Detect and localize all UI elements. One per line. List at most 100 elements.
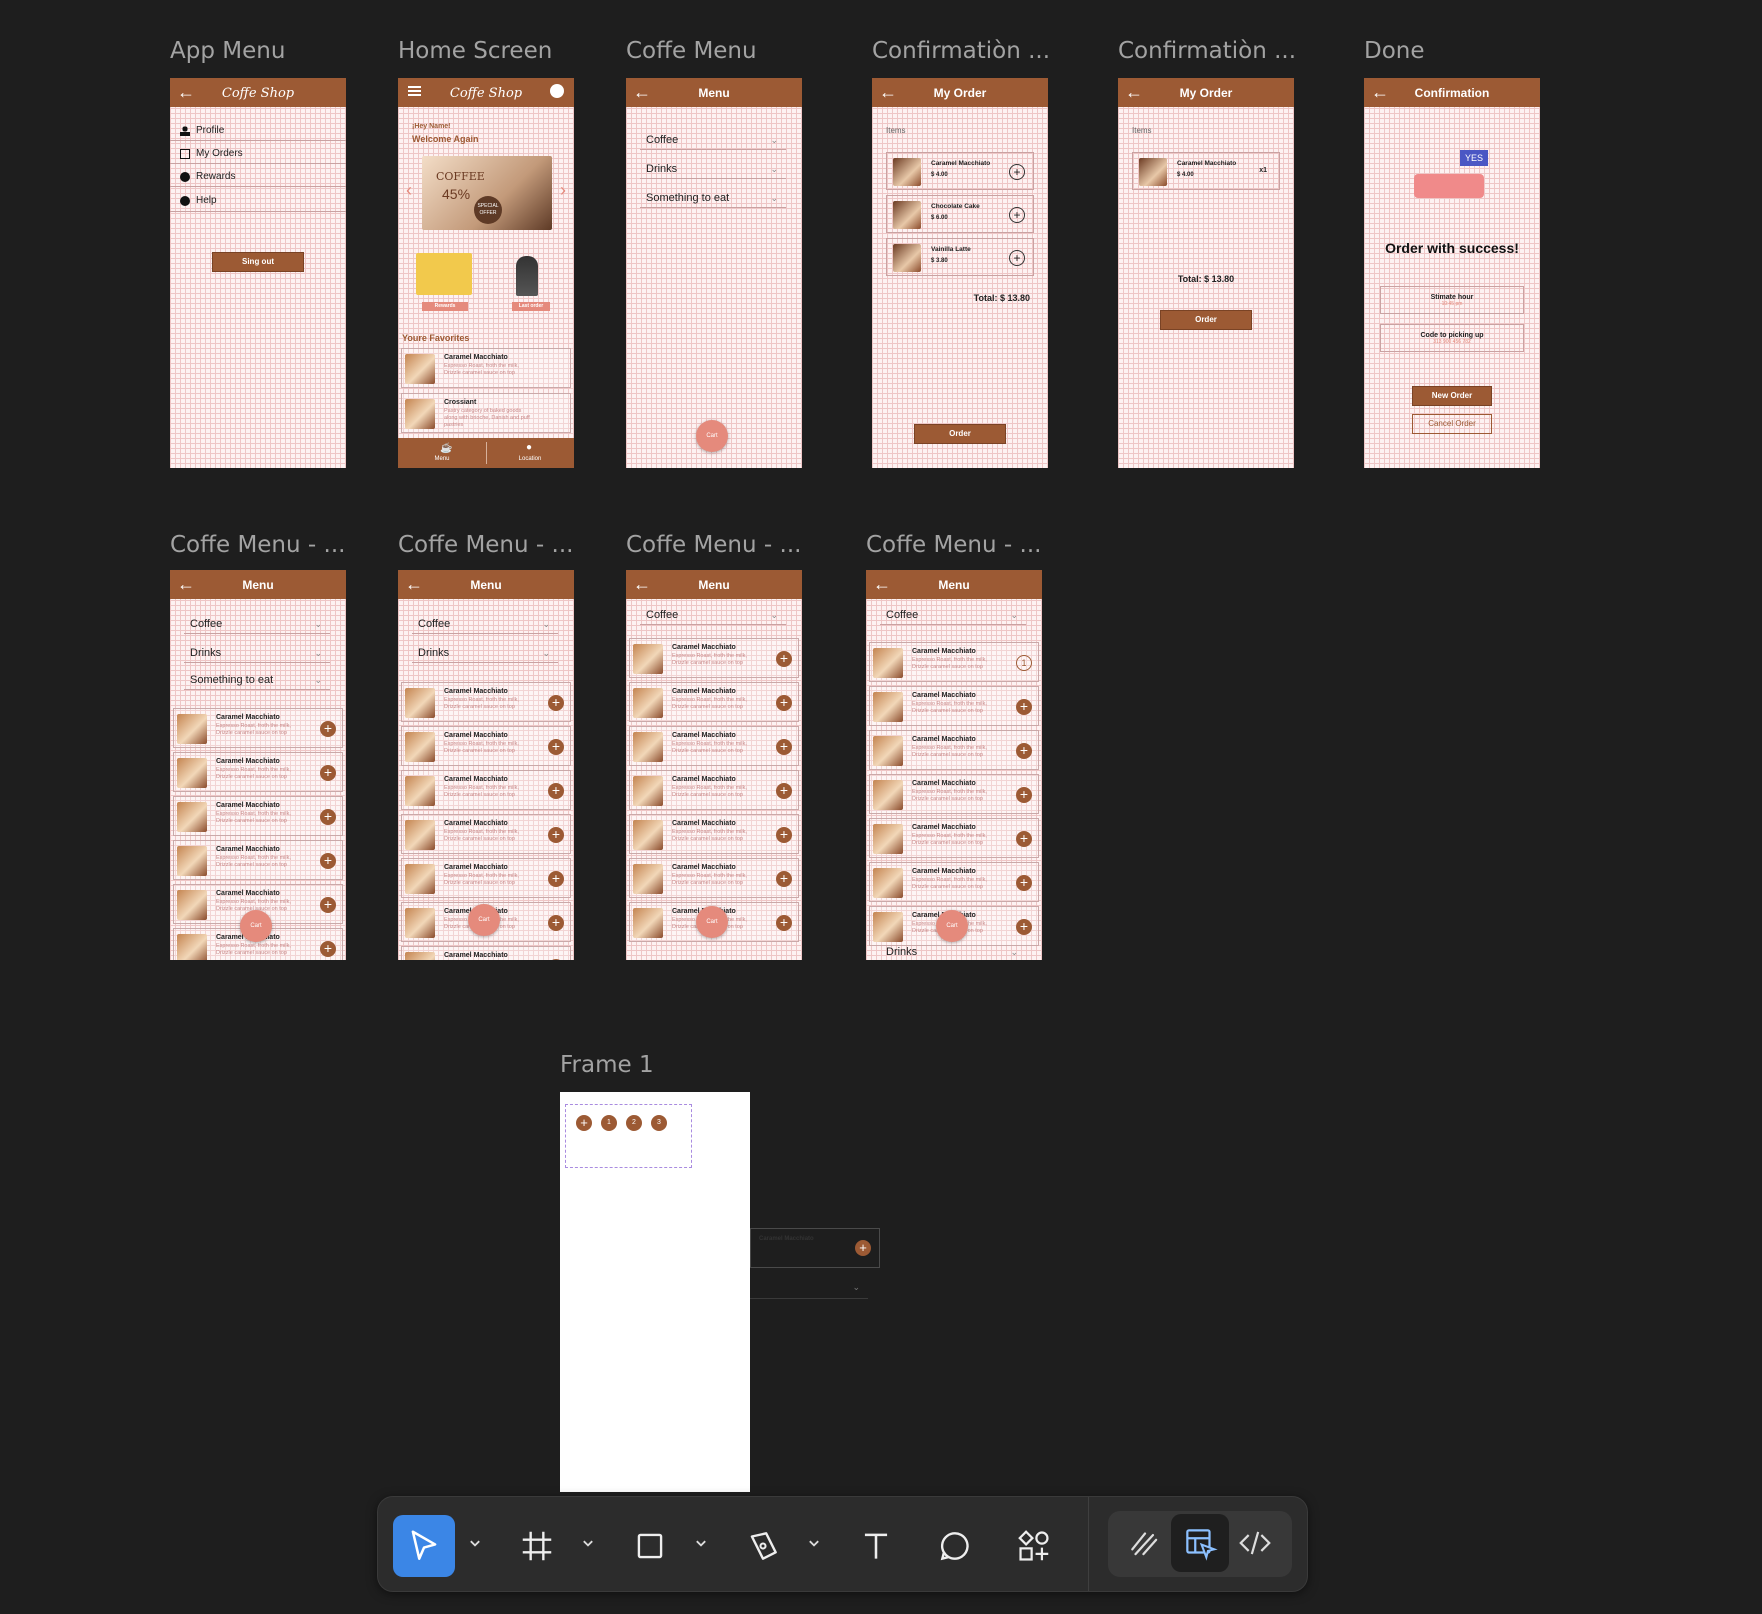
frame-label-app-menu[interactable]: App Menu [170,38,285,64]
product-row[interactable]: Caramel Macchiato Espresso Roast, froth t… [173,708,343,748]
add-icon[interactable]: + [320,765,336,781]
frame-label-variant-3[interactable]: Coffe Menu - ... [626,532,801,558]
add-icon[interactable]: + [548,915,564,931]
nav-menu[interactable]: Menu [398,456,486,462]
menu-item-help[interactable]: Help [180,195,217,206]
frame-menu-variant-4[interactable]: ← Menu Coffee ⌄ Caramel Macchiato Espresso… [866,570,1042,960]
step-add-icon[interactable]: + [576,1115,592,1131]
dropdown-coffee[interactable]: Coffee ⌄ [880,605,1026,625]
cart-button[interactable]: Cart [240,910,272,942]
add-icon[interactable]: + [320,897,336,913]
floating-list-item[interactable]: Caramel Macchiato + [750,1228,880,1268]
add-icon[interactable]: + [776,915,792,931]
move-tool-button[interactable] [393,1515,455,1577]
dropdown-food[interactable]: Something to eat ⌄ [640,188,786,208]
add-icon[interactable]: + [1016,787,1032,803]
dev-mode-button[interactable] [1226,1514,1284,1572]
promo-banner[interactable]: COFFEE 45% SPECIAL OFFER [422,156,552,230]
product-row[interactable]: Caramel Macchiato Espresso Roast, froth t… [869,818,1039,858]
component-set[interactable]: + 1 2 3 [565,1104,692,1168]
add-icon[interactable]: + [548,827,564,843]
account-icon[interactable] [550,84,564,98]
dropdown-drinks[interactable]: Drinks ⌄ [880,942,1026,960]
step-3[interactable]: 3 [651,1115,667,1131]
add-icon[interactable]: + [320,721,336,737]
add-icon[interactable]: + [1016,875,1032,891]
add-icon[interactable]: + [320,941,336,957]
comment-tool-button[interactable] [924,1515,986,1577]
favorite-item[interactable]: Crossiant Pastry category of baked goods… [401,393,571,433]
frame-label-done[interactable]: Done [1364,38,1425,64]
chevron-down-icon[interactable] [807,1537,821,1551]
product-row[interactable]: Caramel Macchiato Espresso Roast, froth t… [869,686,1039,726]
add-icon[interactable]: + [320,809,336,825]
add-icon[interactable]: + [776,871,792,887]
add-icon[interactable]: + [548,959,564,960]
frame-done[interactable]: ← Confirmation YES Order with success! S… [1364,78,1540,468]
order-item[interactable]: Vainilla Latte $ 3.80 + [886,238,1034,276]
frame-label-variant-4[interactable]: Coffe Menu - ... [866,532,1041,558]
text-tool-button[interactable] [845,1515,907,1577]
dropdown-drinks[interactable]: Drinks ⌄ [640,159,786,179]
product-row[interactable]: Caramel Macchiato Espresso Roast, froth t… [401,726,571,766]
last-order-button[interactable]: Last order [512,302,550,311]
add-icon[interactable]: + [776,783,792,799]
add-icon[interactable]: + [548,783,564,799]
add-icon[interactable]: + [776,695,792,711]
step-2[interactable]: 2 [626,1115,642,1131]
cancel-order-button[interactable]: Cancel Order [1412,414,1492,434]
product-row[interactable]: Caramel Macchiato Espresso Roast, froth t… [629,638,799,678]
add-icon[interactable]: + [1016,743,1032,759]
add-icon[interactable]: + [1009,164,1025,180]
frame-menu-variant-2[interactable]: ← Menu Coffee ⌄ Drinks ⌄ Caramel Macchiato… [398,570,574,960]
add-icon[interactable]: + [548,739,564,755]
rectangle-tool-button[interactable] [619,1515,681,1577]
product-row[interactable]: Caramel Macchiato Espresso Roast, froth t… [869,774,1039,814]
cart-button[interactable]: Cart [936,910,968,942]
dropdown-drinks[interactable]: Drinks ⌄ [412,643,558,663]
frame-confirm-1[interactable]: ← My Order Items Caramel Macchiato $ 4.0… [872,78,1048,468]
rewards-button[interactable]: Rewards [422,302,468,311]
pen-tool-button[interactable] [732,1515,794,1577]
add-icon[interactable]: + [548,695,564,711]
frame-menu-variant-3[interactable]: ← Menu Coffee ⌄ Caramel Macchiato Espresso… [626,570,802,960]
design-mode-button[interactable] [1171,1514,1229,1572]
dropdown-coffee[interactable]: Coffee ⌄ [640,605,786,625]
add-icon[interactable]: + [320,853,336,869]
frame-menu-variant-1[interactable]: ← Menu Coffee ⌄ Drinks ⌄ Something to eat ⌄… [170,570,346,960]
draw-mode-button[interactable] [1116,1514,1174,1572]
product-row[interactable]: Caramel Macchiato Espresso Roast, froth t… [401,770,571,810]
frame-label-confirm-2[interactable]: Confirmatiòn ... [1118,38,1296,64]
menu-item-profile[interactable]: Profile [180,125,224,136]
step-1[interactable]: 1 [601,1115,617,1131]
favorite-item[interactable]: Caramel Macchiato Espresso Roast, froth … [401,348,571,388]
frame-label-home[interactable]: Home Screen [398,38,552,64]
product-row[interactable]: Caramel Macchiato Espresso Roast, froth t… [173,796,343,836]
frame-confirm-2[interactable]: ← My Order Items Caramel Macchiato $ 4.0… [1118,78,1294,468]
product-row[interactable]: Caramel Macchiato Espresso Roast, froth t… [629,726,799,766]
rewards-card-icon[interactable] [416,253,472,295]
product-row[interactable]: Caramel Macchiato Espresso Roast, froth t… [629,770,799,810]
components-tool-button[interactable] [1003,1515,1065,1577]
product-row[interactable]: Caramel Macchiato Espresso Roast, froth t… [869,730,1039,770]
frame-1[interactable]: + 1 2 3 [560,1092,750,1492]
frame-label-coffe-menu[interactable]: Coffe Menu [626,38,757,64]
menu-item-rewards[interactable]: Rewards [180,171,235,182]
cart-button[interactable]: Cart [468,904,500,936]
chevron-down-icon[interactable] [468,1537,482,1551]
add-icon[interactable]: + [855,1240,871,1256]
product-row[interactable]: Caramel Macchiato Espresso Roast, froth t… [629,858,799,898]
add-icon[interactable]: + [776,739,792,755]
nav-location[interactable]: Location [486,456,574,462]
frame-app-menu[interactable]: ← Coffe Shop Profile My Orders Rewards H… [170,78,346,468]
chevron-right-icon[interactable]: › [560,180,566,201]
frame-label-confirm-1[interactable]: Confirmatiòn ... [872,38,1050,64]
product-row[interactable]: Caramel Macchiato Espresso Roast, froth t… [629,682,799,722]
frame-label-variant-2[interactable]: Coffe Menu - ... [398,532,573,558]
chevron-down-icon[interactable] [581,1537,595,1551]
order-button[interactable]: Order [914,424,1006,444]
sign-out-button[interactable]: Sing out [212,252,304,272]
dropdown-coffee[interactable]: Coffee ⌄ [640,130,786,150]
frame-coffe-menu[interactable]: ← Menu Coffee ⌄ Drinks ⌄ Something to eat ⌄… [626,78,802,468]
dropdown-food[interactable]: Something to eat ⌄ [184,670,330,690]
